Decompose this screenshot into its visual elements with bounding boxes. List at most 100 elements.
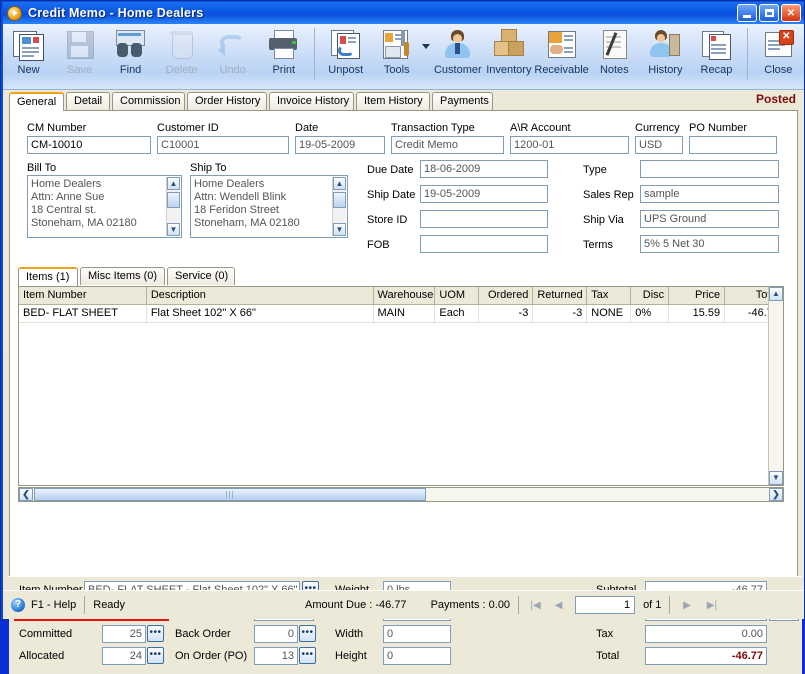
toolbar-button-recap[interactable]: Recap [691,24,742,88]
on-order-po-lookup-button[interactable]: ••• [299,647,316,664]
po-number-label: PO Number [689,122,748,134]
tab-payments[interactable]: Payments [432,92,493,110]
due-date-input[interactable]: 18-06-2009 [420,160,548,178]
scroll-up-icon[interactable]: ▲ [769,287,783,301]
toolbar-button-print[interactable]: Print [258,24,309,88]
toolbar-button-receivable[interactable]: Receivable [534,24,589,88]
prev-record-button[interactable]: ◀ [550,597,567,614]
bill-to-scrollbar[interactable]: ▲ ▼ [166,177,180,236]
ar-account-input[interactable]: 1200-01 [510,136,629,154]
last-record-button[interactable]: ▶| [703,597,720,614]
table-row[interactable]: BED- FLAT SHEET Flat Sheet 102" X 66" MA… [19,305,783,323]
back-order-label: Back Order [175,628,231,640]
bill-to-address-box[interactable]: Home Dealers Attn: Anne Sue 18 Central s… [27,175,182,238]
scroll-up-icon[interactable]: ▲ [167,177,180,190]
toolbar-button-notes[interactable]: Notes [589,24,640,88]
posted-status-badge: Posted [755,92,796,106]
grid-header-returned[interactable]: Returned [533,287,588,304]
toolbar-separator-2 [746,28,748,80]
tab-misc-items[interactable]: Misc Items (0) [80,267,165,285]
allocated-input[interactable]: 24 [102,647,146,665]
total-label: Total [596,650,620,662]
tab-invoice-history[interactable]: Invoice History [269,92,354,110]
close-button[interactable]: ✕ [781,4,801,22]
customer-id-input[interactable]: C10001 [157,136,289,154]
hscrollbar-thumb[interactable]: ||| [34,488,426,501]
tab-detail[interactable]: Detail [66,92,110,110]
fob-input[interactable] [420,235,548,253]
scroll-down-icon[interactable]: ▼ [333,223,346,236]
back-order-lookup-button[interactable]: ••• [299,625,316,642]
grid-header-description[interactable]: Description [147,287,374,304]
allocated-lookup-button[interactable]: ••• [147,647,164,664]
po-number-input[interactable] [689,136,777,154]
toolbar-button-unpost[interactable]: Unpost [320,24,371,88]
toolbar-button-save[interactable]: Save [54,24,105,88]
width-input[interactable]: 0 [383,625,451,643]
help-text[interactable]: F1 - Help [31,599,76,611]
page-number-input[interactable]: 1 [575,596,636,614]
on-order-po-input[interactable]: 13 [254,647,298,665]
toolbar-button-find[interactable]: Find [105,24,156,88]
scroll-down-icon[interactable]: ▼ [167,223,180,236]
grid-header-uom[interactable]: UOM [435,287,480,304]
type-input[interactable] [640,160,779,178]
currency-input[interactable]: USD [635,136,683,154]
scroll-left-icon[interactable]: ❮ [19,488,33,501]
tools-icon [380,28,413,61]
grid-header-ordered[interactable]: Ordered [479,287,534,304]
toolbar-button-tools[interactable]: Tools [371,24,422,88]
toolbar-label: Undo [219,64,246,76]
scroll-up-icon[interactable]: ▲ [333,177,346,190]
tab-items[interactable]: Items (1) [18,267,78,286]
first-record-button[interactable]: |◀ [527,597,544,614]
terms-input[interactable]: 5% 5 Net 30 [640,235,779,253]
ship-via-input[interactable]: UPS Ground [640,210,779,228]
sales-rep-input[interactable]: sample [640,185,779,203]
toolbar-button-delete[interactable]: Delete [156,24,207,88]
grid-header-warehouse[interactable]: Warehouse [374,287,436,304]
transaction-type-input[interactable]: Credit Memo [391,136,504,154]
ship-to-scrollbar[interactable]: ▲ ▼ [332,177,346,236]
height-input[interactable]: 0 [383,647,451,665]
toolbar-button-undo[interactable]: Undo [207,24,258,88]
grid-header-price[interactable]: Price [669,287,726,304]
help-icon[interactable]: ? [11,598,25,612]
back-order-input[interactable]: 0 [254,625,298,643]
committed-input[interactable]: 25 [102,625,146,643]
items-grid[interactable]: Item Number Description Warehouse UOM Or… [18,286,784,486]
tools-dropdown-arrow-icon[interactable] [422,44,431,49]
scrollbar-thumb[interactable] [167,192,180,208]
committed-lookup-button[interactable]: ••• [147,625,164,642]
cm-number-input[interactable]: CM-10010 [27,136,151,154]
toolbar-label: Recap [700,64,733,76]
tab-service[interactable]: Service (0) [167,267,235,285]
grid-header-disc[interactable]: Disc [631,287,670,304]
ship-to-address-box[interactable]: Home Dealers Attn: Wendell Blink 18 Feri… [190,175,348,238]
minimize-button[interactable] [737,4,757,22]
toolbar-button-close[interactable]: ✕ Close [753,24,804,88]
toolbar-button-inventory[interactable]: Inventory [483,24,534,88]
toolbar-button-history[interactable]: History [640,24,691,88]
grid-vertical-scrollbar[interactable]: ▲ ▼ [768,287,783,485]
maximize-button[interactable] [759,4,779,22]
tab-general[interactable]: General [9,92,64,111]
ship-date-input[interactable]: 19-05-2009 [420,185,548,203]
tab-commission[interactable]: Commission [112,92,185,110]
title-bar: Credit Memo - Home Dealers ✕ [3,2,804,24]
grid-horizontal-scrollbar[interactable]: ❮ ||| ❯ [18,487,784,502]
scroll-down-icon[interactable]: ▼ [769,471,783,485]
toolbar-button-customer[interactable]: Customer [432,24,483,88]
store-id-input[interactable] [420,210,548,228]
ship-date-label: Ship Date [367,189,416,201]
grid-header-tax[interactable]: Tax [587,287,632,304]
toolbar-button-new[interactable]: New [3,24,54,88]
date-input[interactable]: 19-05-2009 [295,136,385,154]
tab-order-history[interactable]: Order History [187,92,267,110]
tab-item-history[interactable]: Item History [356,92,430,110]
scroll-right-icon[interactable]: ❯ [769,488,783,501]
status-separator-3 [669,596,671,614]
grid-header-item-number[interactable]: Item Number [19,287,147,304]
next-record-button[interactable]: ▶ [678,597,695,614]
scrollbar-thumb[interactable] [333,192,346,208]
